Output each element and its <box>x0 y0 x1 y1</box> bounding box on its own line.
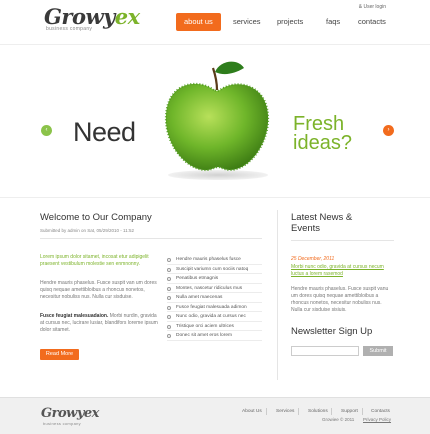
site-footer: Growyex business company About Us Servic… <box>0 397 430 434</box>
list-item-label: Nulla amet maecenas <box>176 295 223 300</box>
page: Growyex business company about us servic… <box>0 0 430 434</box>
list-item-label: Fusce feugiat malesuada adimon <box>176 304 247 310</box>
logo[interactable]: Growyex business company <box>44 4 140 32</box>
footer-nav-support[interactable]: Support <box>341 409 358 414</box>
newsletter-email-input[interactable] <box>291 346 359 356</box>
hero-right-text: Fresh ideas? <box>293 114 352 154</box>
footer-logo-tagline: business company <box>43 421 81 426</box>
nav-about-us[interactable]: about us <box>176 13 221 31</box>
read-more-button[interactable]: Read More <box>40 349 79 360</box>
bullet-icon <box>167 324 171 329</box>
user-login-link[interactable]: & User login <box>359 4 386 10</box>
footer-nav-contacts[interactable]: Contacts <box>371 409 390 414</box>
list-item-label: Hendre mauris phaselus fusce <box>176 257 241 262</box>
nav-projects[interactable]: projects <box>277 13 303 31</box>
welcome-paragraph-2-bold: Fusce feugiat malesuadaion. <box>40 313 109 319</box>
link-list: Hendre mauris phaselus fusce Suscipit va… <box>167 255 262 341</box>
nav-contacts[interactable]: contacts <box>358 13 386 31</box>
bullet-icon <box>167 277 171 281</box>
bullet-icon <box>167 334 171 338</box>
welcome-paragraph-1: Hendre mauris phaselus. Fusce suspit van… <box>40 280 157 300</box>
hero-right-line2: ideas? <box>293 132 352 154</box>
footer-nav-solutions[interactable]: Solutions <box>308 409 328 414</box>
welcome-paragraph-2: Fusce feugiat malesuadaion. Morbi nurdin… <box>40 313 160 334</box>
footer-nav-services[interactable]: Services <box>276 409 294 414</box>
footer-nav-about-us[interactable]: About Us <box>242 409 262 414</box>
news-date: 25 December, 2011 <box>291 256 335 262</box>
bullet-icon <box>167 267 171 272</box>
divider <box>40 238 262 239</box>
list-item-label: Penatibus etmagnis <box>176 276 219 281</box>
nav-services[interactable]: services <box>233 13 261 31</box>
footer-logo-main: Growy <box>41 406 84 421</box>
list-item[interactable]: Montes, nascetur ridiculus mus <box>167 284 262 293</box>
footer-separator <box>362 408 363 415</box>
list-item[interactable]: Penatibus etmagnis <box>167 274 262 284</box>
list-item[interactable]: Tristique orci aciem ultrices <box>167 322 262 331</box>
news-link[interactable]: Morbi nunc odio, gravida at cursus necum… <box>291 264 391 277</box>
privacy-policy-link[interactable]: Privacy Policy <box>363 417 391 422</box>
footer-logo-accent: ex <box>83 406 100 421</box>
list-item-label: Suscipit variumn cum sociis natoq <box>176 266 249 272</box>
footer-logo[interactable]: Growyex business company <box>41 404 99 426</box>
logo-accent: ex <box>114 4 140 29</box>
footer-separator <box>331 408 332 415</box>
list-item-label: Donec sit amet eros lorem <box>176 333 232 338</box>
list-item-label: Nunc odio, gravida at cursus nec <box>176 314 246 319</box>
slider-next-button[interactable]: › <box>383 125 394 136</box>
copyright: Growiee © 2011 <box>322 417 355 422</box>
footer-separator <box>266 408 267 415</box>
list-item-label: Tristique orci aciem ultrices <box>176 323 234 329</box>
nav-faqs[interactable]: faqs <box>326 13 340 31</box>
submitted-meta: Submitted by admin on Sat, 05/29/2010 - … <box>40 228 134 233</box>
bullet-icon <box>167 305 171 310</box>
welcome-lead: Lorem ipsum dolor sitamet, incosat etur … <box>40 254 149 267</box>
news-title-line2: Events <box>291 223 321 234</box>
site-header: Growyex business company about us servic… <box>0 0 430 44</box>
column-divider <box>277 210 278 380</box>
list-item-label: Montes, nascetur ridiculus mus <box>176 285 243 291</box>
news-paragraph: Hendre mauris phaselus. Fusce suspit van… <box>291 286 389 313</box>
news-title-line1: Latest News & <box>291 212 353 223</box>
list-item[interactable]: Suscipit variumn cum sociis natoq <box>167 265 262 274</box>
footer-separator <box>298 408 299 415</box>
welcome-title: Welcome to Our Company <box>40 212 152 223</box>
list-item[interactable]: Donec sit amet eros lorem <box>167 331 262 341</box>
list-item[interactable]: Nunc odio, gravida at cursus nec <box>167 312 262 322</box>
newsletter-submit-button[interactable]: Submit <box>363 346 393 356</box>
hero-left-text: Need <box>73 117 136 147</box>
list-item[interactable]: Fusce feugiat malesuada adimon <box>167 303 262 312</box>
divider <box>291 240 394 241</box>
list-item[interactable]: Nulla amet maecenas <box>167 293 262 303</box>
bullet-icon <box>167 258 171 262</box>
newsletter-title: Newsletter Sign Up <box>291 326 373 337</box>
grass-apple-image <box>164 61 270 172</box>
slider-prev-button[interactable]: ‹ <box>41 125 52 136</box>
bullet-icon <box>167 286 171 291</box>
news-title: Latest News & Events <box>291 212 352 234</box>
list-item[interactable]: Hendre mauris phaselus fusce <box>167 255 262 265</box>
bullet-icon <box>167 296 171 300</box>
bullet-icon <box>167 315 171 319</box>
